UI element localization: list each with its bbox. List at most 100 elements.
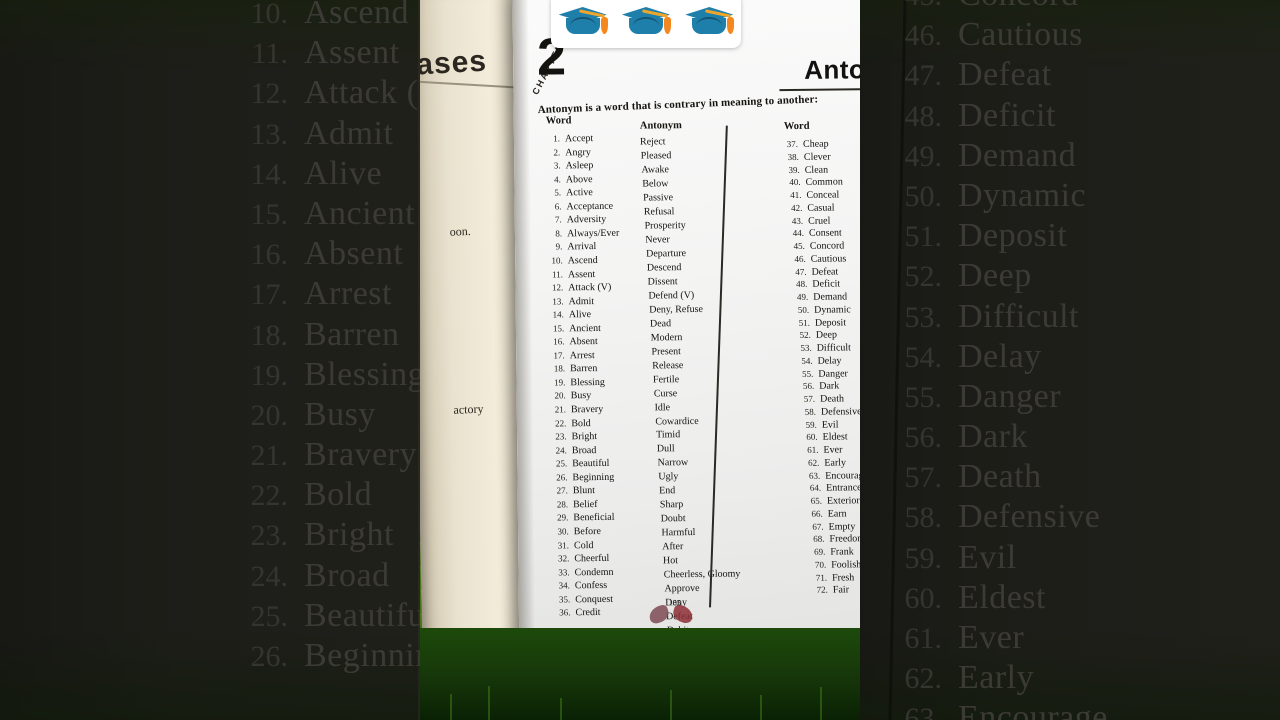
row-word: Encourage (825, 469, 860, 482)
row-number: 39. (788, 164, 800, 175)
row-number: 31. (557, 539, 570, 550)
table-row: 47. Defeat (788, 266, 838, 278)
row-antonym: Never (645, 234, 670, 246)
row-number: 13. (552, 295, 564, 307)
row-word: Deep (815, 329, 837, 341)
row-number: 33. (558, 566, 570, 578)
row-antonym: Curse (653, 387, 678, 399)
row-antonym: Prosperity (644, 219, 686, 232)
row-number: 19. (554, 377, 566, 388)
row-word: Foolish (831, 559, 860, 571)
table-row: 13. Admit (546, 295, 594, 308)
table-row: 55. Danger (795, 368, 848, 380)
row-word: Ever (823, 444, 843, 456)
row-number: 43. (791, 215, 804, 226)
row-word: Active (566, 187, 593, 199)
table-row: 63. Encourage (802, 470, 860, 482)
row-word: Delay (817, 355, 842, 367)
row-antonym: Defend (V) (648, 289, 695, 302)
row-number: 53. (800, 342, 812, 353)
row-antonym: Dissent (647, 275, 678, 288)
row-number: 37. (786, 138, 799, 150)
row-number: 36. (559, 607, 571, 618)
row-word: Blessing (570, 376, 605, 389)
row-number: 69. (814, 546, 826, 557)
row-number: 4. (554, 174, 561, 185)
grass-blade (560, 698, 562, 720)
table-row: 57. Death (797, 393, 844, 404)
column-header-antonym: Antonym (639, 120, 682, 132)
row-word: Arrest (569, 349, 595, 362)
ornament-leaf-left (646, 603, 671, 626)
table-row: 4. Above (543, 174, 593, 186)
grass-blade (450, 694, 452, 720)
row-word: Freedom (829, 533, 860, 545)
row-number: 61. (807, 444, 819, 455)
row-number: 56. (802, 380, 815, 392)
row-word: Condemn (574, 566, 614, 578)
row-number: 1. (553, 133, 561, 144)
row-word: Earn (827, 508, 847, 520)
row-word: Credit (575, 607, 601, 619)
grass-blade (488, 686, 490, 720)
row-antonym: Modern (650, 331, 683, 344)
table-row: 54. Delay (794, 355, 841, 366)
row-number: 71. (815, 572, 828, 583)
row-antonym: Idle (654, 401, 671, 413)
row-antonym: Ugly (658, 471, 679, 483)
row-word: Frank (830, 546, 854, 558)
row-word: Danger (818, 367, 848, 380)
table-row: 35. Conquest (552, 594, 613, 606)
row-number: 44. (792, 228, 805, 239)
row-antonym: Reject (639, 136, 666, 148)
row-number: 7. (554, 214, 562, 225)
table-row: 71. Fresh (809, 572, 855, 583)
row-word: Eldest (822, 431, 848, 443)
table-row: 8. Always/Ever (544, 228, 619, 240)
row-number: 68. (813, 533, 825, 545)
table-row: 12. Attack (V) (545, 282, 611, 294)
row-word: Angry (565, 146, 591, 158)
row-number: 8. (555, 228, 563, 239)
row-antonym: Dull (656, 443, 675, 455)
row-number: 59. (805, 419, 817, 430)
table-row: 33. Condemn (552, 566, 614, 578)
row-number: 72. (816, 584, 828, 595)
row-word: Casual (807, 202, 835, 214)
table-row: 62. Early (801, 457, 846, 468)
row-number: 14. (552, 309, 564, 320)
row-word: Death (820, 393, 845, 405)
row-number: 9. (555, 241, 563, 252)
table-row: 42. Casual (784, 202, 835, 214)
table-row: 70. Foolish (808, 559, 860, 571)
row-number: 15. (552, 323, 565, 334)
left-page-line-1: oon. (449, 223, 472, 239)
page-title: Antonyms (803, 53, 860, 85)
table-row: 5. Active (543, 187, 593, 199)
grass-blade (670, 690, 672, 720)
row-number: 66. (811, 508, 823, 519)
table-row: 22. Bold (548, 418, 591, 429)
row-word: Assent (567, 268, 596, 280)
row-word: Cheap (802, 138, 829, 150)
row-word: Empty (828, 520, 856, 533)
table-row: 38. Clever (781, 151, 831, 163)
table-row: 29. Beneficial (550, 512, 614, 524)
row-word: Cheerful (574, 552, 610, 565)
row-number: 40. (789, 177, 801, 188)
table-row: 27. Blunt (550, 485, 595, 496)
row-number: 24. (555, 444, 567, 456)
row-number: 45. (793, 240, 805, 251)
row-antonym: Cheerless, Gloomy (663, 568, 741, 581)
table-row: 59. Evil (799, 418, 839, 431)
grass-foreground (420, 628, 860, 720)
row-word: Cautious (810, 253, 847, 265)
row-number: 67. (812, 521, 824, 532)
row-number: 51. (798, 317, 811, 328)
column-header-word: Word (545, 115, 572, 127)
row-word: Clever (803, 151, 831, 163)
row-word: Evil (821, 418, 839, 431)
grass-blade (760, 695, 762, 720)
table-row: 41. Conceal (783, 189, 839, 201)
row-word: Bright (571, 431, 598, 443)
